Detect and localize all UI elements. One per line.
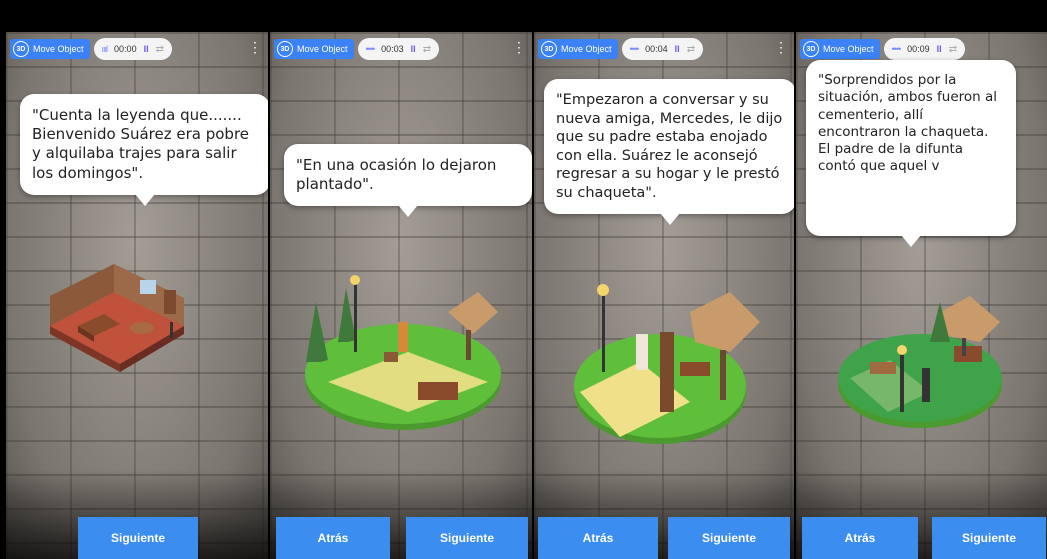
- ar-panel-3: 3D Move Object •••• 00:04 II ⇄ ⋮ "Empeza…: [534, 32, 794, 559]
- audio-level-icon: ••••: [629, 44, 640, 54]
- siguiente-button[interactable]: Siguiente: [932, 517, 1046, 559]
- loop-icon[interactable]: ⇄: [687, 44, 695, 55]
- speech-bubble: "Empezaron a conversar y su nueva amiga,…: [544, 79, 794, 226]
- overflow-menu-icon[interactable]: ⋮: [248, 40, 262, 54]
- siguiente-button[interactable]: Siguiente: [406, 517, 528, 559]
- overflow-menu-icon[interactable]: ⋮: [512, 40, 526, 54]
- loop-icon[interactable]: ⇄: [156, 44, 164, 55]
- pause-icon[interactable]: II: [411, 44, 416, 54]
- recording-timer: 00:09: [907, 44, 930, 54]
- top-black-bar: [0, 0, 1047, 32]
- ar-toolbar: 3D Move Object •••• 00:04 II ⇄: [538, 38, 704, 60]
- bedroom-3d-model: [50, 264, 184, 372]
- loop-icon[interactable]: ⇄: [423, 44, 431, 55]
- ar-toolbar: 3D Move Object •••• 00:09 II ⇄: [800, 38, 966, 60]
- park-3d-model: [305, 275, 501, 430]
- ar-toolbar: 3D Move Object •••• 00:03 II ⇄: [274, 38, 440, 60]
- 3d-icon: 3D: [277, 41, 293, 57]
- pause-icon[interactable]: II: [675, 44, 680, 54]
- ar-toolbar: 3D Move Object ıııl 00:00 II ⇄: [10, 38, 172, 60]
- speech-bubble: "Cuenta la leyenda que....... Bienvenido…: [20, 94, 268, 206]
- overflow-menu-icon[interactable]: ⋮: [774, 40, 788, 54]
- cemetery-3d-model: [838, 296, 1002, 428]
- recording-pill: •••• 00:04 II ⇄: [621, 38, 704, 60]
- atras-button[interactable]: Atrás: [538, 517, 658, 559]
- atras-button[interactable]: Atrás: [276, 517, 390, 559]
- recording-pill: •••• 00:03 II ⇄: [357, 38, 440, 60]
- audio-level-icon: ıııl: [101, 44, 108, 54]
- siguiente-button[interactable]: Siguiente: [668, 517, 790, 559]
- recording-pill: ıııl 00:00 II ⇄: [93, 38, 172, 60]
- recording-timer: 00:04: [645, 44, 668, 54]
- move-object-button[interactable]: 3D Move Object: [10, 39, 90, 59]
- recording-timer: 00:03: [381, 44, 404, 54]
- atras-button[interactable]: Atrás: [802, 517, 918, 559]
- audio-level-icon: ••••: [365, 44, 376, 54]
- loop-icon[interactable]: ⇄: [949, 44, 957, 55]
- move-object-label: Move Object: [561, 44, 612, 54]
- speech-bubble: "Sorprendidos por la situación, ambos fu…: [806, 60, 1016, 247]
- audio-level-icon: ••••: [891, 44, 902, 54]
- move-object-label: Move Object: [823, 44, 874, 54]
- pause-icon[interactable]: II: [937, 44, 942, 54]
- ar-panel-1: 3D Move Object ıııl 00:00 II ⇄ ⋮ "Cuenta…: [6, 32, 268, 559]
- bench-3d-model: [574, 284, 760, 444]
- recording-timer: 00:00: [114, 44, 137, 54]
- recording-pill: •••• 00:09 II ⇄: [883, 38, 966, 60]
- ar-panel-2: 3D Move Object •••• 00:03 II ⇄ ⋮ "En una…: [270, 32, 532, 559]
- 3d-icon: 3D: [13, 41, 29, 57]
- siguiente-button[interactable]: Siguiente: [78, 517, 198, 559]
- move-object-button[interactable]: 3D Move Object: [538, 39, 618, 59]
- move-object-label: Move Object: [297, 44, 348, 54]
- speech-bubble: "En una ocasión lo dejaron plantado".: [284, 144, 532, 218]
- move-object-button[interactable]: 3D Move Object: [274, 39, 354, 59]
- 3d-icon: 3D: [803, 41, 819, 57]
- ar-panel-4: 3D Move Object •••• 00:09 II ⇄ "Sorprend…: [796, 32, 1047, 559]
- pause-icon[interactable]: II: [144, 44, 149, 54]
- move-object-label: Move Object: [33, 44, 84, 54]
- 3d-icon: 3D: [541, 41, 557, 57]
- move-object-button[interactable]: 3D Move Object: [800, 39, 880, 59]
